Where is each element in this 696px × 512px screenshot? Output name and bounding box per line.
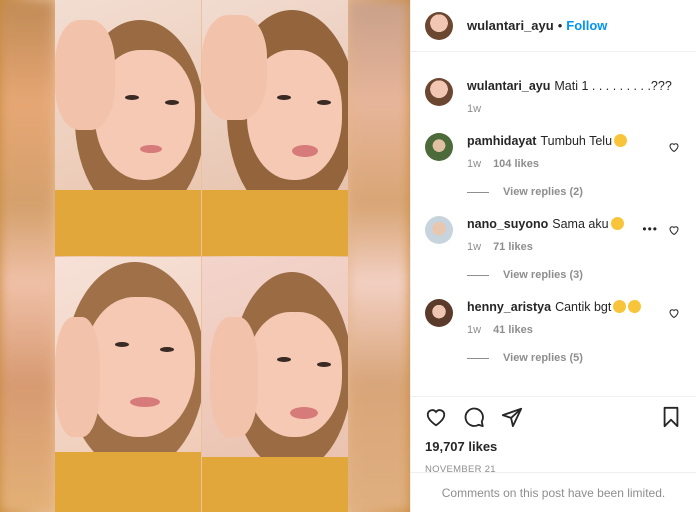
grinning-face-icon xyxy=(610,217,624,230)
post-header: wulantari_ayu • Follow xyxy=(411,0,696,52)
follow-button[interactable]: Follow xyxy=(566,18,607,33)
comment-item: henny_aristya Cantik bgt 1w 41 likes View … xyxy=(425,299,682,364)
caption-text: Mati 1 . . . . . . . . .??? xyxy=(554,79,672,93)
post-sidebar: wulantari_ayu • Follow wulantari_ayu Mati… xyxy=(410,0,696,512)
heart-eyes-face-icon xyxy=(628,300,642,313)
comment-username[interactable]: henny_aristya xyxy=(467,300,551,314)
caption-time[interactable]: 1w xyxy=(467,103,481,115)
like-comment-heart-icon[interactable] xyxy=(668,141,680,153)
caption-avatar[interactable] xyxy=(425,78,453,106)
comment-username[interactable]: pamhidayat xyxy=(467,134,536,148)
collage-photo-2 xyxy=(202,0,348,256)
comment-list[interactable]: wulantari_ayu Mati 1 . . . . . . . . .???… xyxy=(411,60,696,396)
author-avatar[interactable] xyxy=(425,11,453,40)
post-actions: 19,707 likes NOVEMBER 21 Comments on thi… xyxy=(411,396,696,512)
bookmark-save-icon[interactable] xyxy=(660,406,682,428)
like-comment-heart-icon[interactable] xyxy=(668,307,680,319)
comment-text: Sama aku xyxy=(552,217,609,231)
author-username[interactable]: wulantari_ayu xyxy=(467,18,554,33)
like-heart-icon[interactable] xyxy=(425,406,447,428)
heart-eyes-face-icon xyxy=(613,300,627,313)
comment-likes[interactable]: 104 likes xyxy=(493,158,539,170)
comment-time[interactable]: 1w xyxy=(467,158,481,170)
commenter-avatar[interactable] xyxy=(425,133,453,161)
comment-username[interactable]: nano_suyono xyxy=(467,217,548,231)
view-replies-button[interactable]: View replies (2) xyxy=(467,186,682,198)
comment-likes[interactable]: 41 likes xyxy=(493,324,533,336)
laughing-face-icon xyxy=(614,134,628,147)
comment-bubble-icon[interactable] xyxy=(463,406,485,428)
view-replies-button[interactable]: View replies (5) xyxy=(467,352,682,364)
collage-photo-3 xyxy=(55,257,201,512)
post-image[interactable] xyxy=(0,0,410,512)
comment-text: Cantik bgt xyxy=(555,300,612,314)
like-comment-heart-icon[interactable] xyxy=(668,224,680,236)
comment-time[interactable]: 1w xyxy=(467,324,481,336)
comment-item: nano_suyono Sama aku 1w 71 likes View repl… xyxy=(425,216,682,281)
caption-username[interactable]: wulantari_ayu xyxy=(467,79,550,93)
commenter-avatar[interactable] xyxy=(425,299,453,327)
view-replies-button[interactable]: View replies (3) xyxy=(467,269,682,281)
collage-photo-4 xyxy=(202,257,348,512)
comments-limited-notice: Comments on this post have been limited. xyxy=(411,472,696,512)
likes-count[interactable]: 19,707 likes xyxy=(425,439,682,454)
photo-collage xyxy=(55,0,348,512)
more-options-icon[interactable]: ••• xyxy=(642,222,658,236)
comment-likes[interactable]: 71 likes xyxy=(493,241,533,253)
share-send-icon[interactable] xyxy=(501,406,523,428)
comment-text: Tumbuh Telu xyxy=(540,134,613,148)
collage-photo-1 xyxy=(55,0,201,256)
comment-item: pamhidayat Tumbuh Telu 1w 104 likes View r… xyxy=(425,133,682,198)
image-blur-right xyxy=(348,0,410,512)
commenter-avatar[interactable] xyxy=(425,216,453,244)
header-separator: • xyxy=(557,18,563,33)
instagram-post-modal: wulantari_ayu • Follow wulantari_ayu Mati… xyxy=(0,0,696,512)
caption: wulantari_ayu Mati 1 . . . . . . . . .???… xyxy=(425,78,682,115)
image-blur-left xyxy=(0,0,55,512)
comment-time[interactable]: 1w xyxy=(467,241,481,253)
